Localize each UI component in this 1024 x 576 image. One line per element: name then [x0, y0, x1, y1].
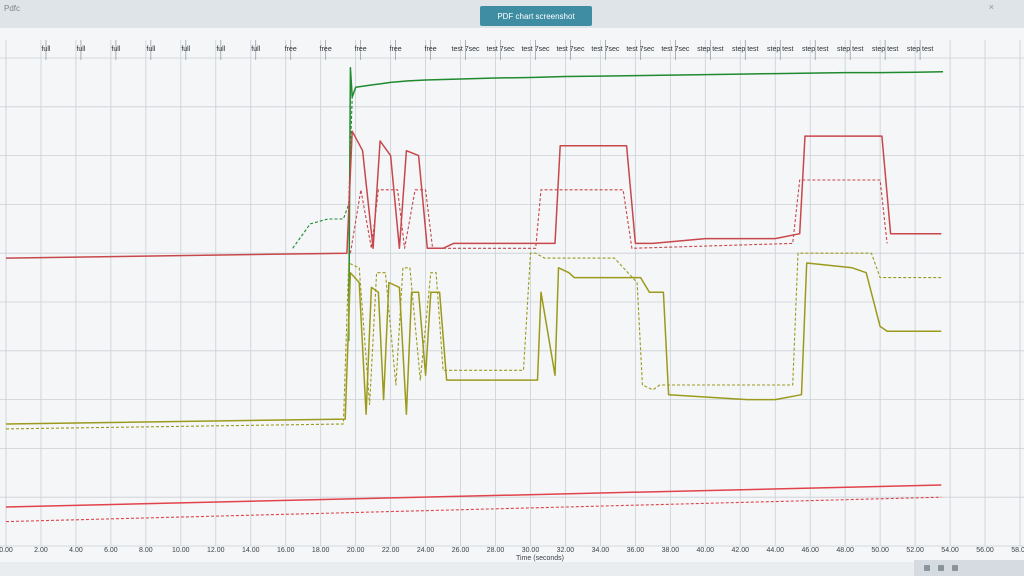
x-tick-label: 38.00: [662, 547, 680, 554]
annotation-label: step test: [767, 46, 794, 53]
annotation-label: step test: [697, 46, 724, 53]
x-tick-label: 24.00: [417, 547, 435, 554]
annotation-label: free: [390, 46, 402, 53]
annotation-label: step test: [837, 46, 864, 53]
annotation-label: free: [355, 46, 367, 53]
x-tick-label: 40.00: [697, 547, 715, 554]
x-tick-label: 22.00: [382, 547, 400, 554]
annotation-label: free: [425, 46, 437, 53]
x-tick-label: 16.00: [277, 547, 295, 554]
x-tick-label: 0.00: [0, 547, 13, 554]
annotation-label: test 7sec: [487, 46, 516, 53]
annotation-label: test 7sec: [626, 46, 655, 53]
annotation-label: test 7sec: [452, 46, 481, 53]
x-tick-label: 48.00: [836, 547, 854, 554]
annotation-label: full: [216, 46, 225, 53]
x-tick-label: 18.00: [312, 547, 330, 554]
x-tick-label: 26.00: [452, 547, 470, 554]
annotation-label: free: [320, 46, 332, 53]
x-tick-label: 14.00: [242, 547, 260, 554]
x-tick-label: 32.00: [557, 547, 575, 554]
x-tick-label: 34.00: [592, 547, 610, 554]
x-tick-label: 20.00: [347, 547, 365, 554]
x-tick-label: 30.00: [522, 547, 540, 554]
system-tray: [914, 560, 1024, 576]
x-tick-label: 58.00: [1011, 547, 1024, 554]
annotation-label: free: [285, 46, 297, 53]
x-tick-label: 50.00: [871, 547, 889, 554]
x-tick-label: 2.00: [34, 547, 48, 554]
speaker-icon[interactable]: [938, 565, 944, 571]
annotation-label: full: [41, 46, 50, 53]
x-tick-label: 44.00: [766, 547, 784, 554]
annotation-label: test 7sec: [661, 46, 690, 53]
x-tick-label: 4.00: [69, 547, 83, 554]
network-icon[interactable]: [924, 565, 930, 571]
x-tick-label: 42.00: [732, 547, 750, 554]
annotation-label: test 7sec: [521, 46, 550, 53]
line-chart: full full full full full full full free free free…: [0, 28, 1024, 562]
x-axis-label: Time (seconds): [516, 555, 564, 562]
annotation-label: step test: [907, 46, 934, 53]
annotation-label: full: [76, 46, 85, 53]
x-tick-label: 56.00: [976, 547, 994, 554]
x-tick-label: 10.00: [172, 547, 190, 554]
annotation-label: full: [146, 46, 155, 53]
x-tick-label: 52.00: [906, 547, 924, 554]
annotation-label: full: [251, 46, 260, 53]
annotation-label: test 7sec: [556, 46, 585, 53]
annotation-label: step test: [872, 46, 899, 53]
annotation-label: step test: [732, 46, 759, 53]
annotation-label: full: [181, 46, 190, 53]
x-tick-label: 8.00: [139, 547, 153, 554]
x-tick-label: 54.00: [941, 547, 959, 554]
x-tick-label: 36.00: [627, 547, 645, 554]
x-tick-label: 28.00: [487, 547, 505, 554]
annotation-label: full: [111, 46, 120, 53]
x-tick-label: 46.00: [801, 547, 819, 554]
annotation-label: step test: [802, 46, 829, 53]
x-tick-label: 6.00: [104, 547, 118, 554]
battery-icon[interactable]: [952, 565, 958, 571]
annotation-label: test 7sec: [591, 46, 620, 53]
plot-background: [0, 28, 1024, 562]
x-tick-label: 12.00: [207, 547, 225, 554]
